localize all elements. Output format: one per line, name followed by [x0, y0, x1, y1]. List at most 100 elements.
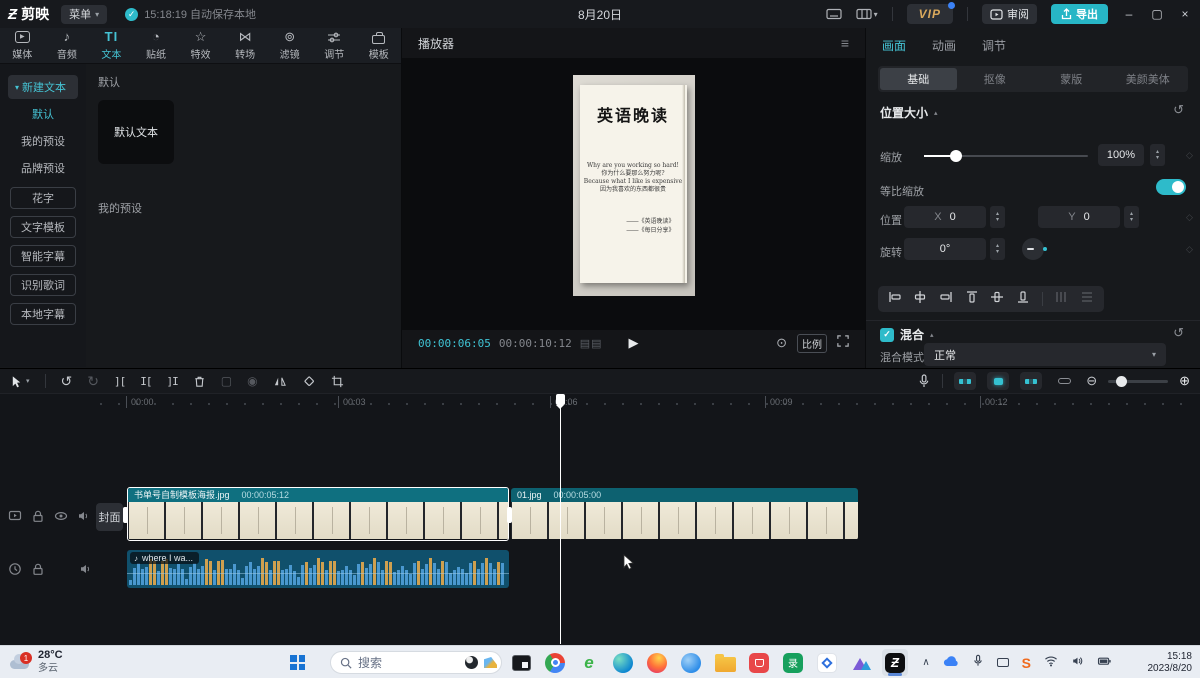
timeline-zoom-slider[interactable] — [1108, 380, 1168, 383]
tab-animation[interactable]: 动画 — [932, 37, 956, 54]
scale-value-field[interactable]: 100% — [1098, 144, 1144, 166]
align-top-button[interactable] — [965, 290, 979, 309]
blend-mode-dropdown[interactable]: 正常 ▾ — [924, 343, 1166, 366]
player-menu-icon[interactable]: ≡ — [841, 35, 849, 51]
close-button[interactable]: × — [1178, 7, 1192, 21]
freeze-frame-button[interactable]: ▢ — [221, 374, 232, 388]
menu-button[interactable]: 菜单 ▾ — [61, 5, 107, 24]
subtab-basic[interactable]: 基础 — [880, 68, 957, 90]
sogou-input-icon[interactable]: S — [1022, 655, 1031, 671]
stepper-down-icon[interactable]: ▾ — [996, 249, 999, 255]
align-bottom-button[interactable] — [1016, 290, 1030, 309]
linkage-toggle[interactable] — [1053, 372, 1075, 390]
default-text-card[interactable]: 默认文本 — [98, 100, 174, 164]
split-button[interactable]: ][ — [114, 375, 125, 388]
fullscreen-icon[interactable] — [837, 334, 849, 352]
app-capcut[interactable]: Ƶ — [882, 649, 908, 676]
reset-icon[interactable]: ↺ — [1173, 102, 1184, 118]
distribute-h-button[interactable] — [1054, 290, 1068, 309]
frames-icon[interactable]: ▤▤ — [580, 337, 603, 350]
sidebar-item-new-text[interactable]: ▾ 新建文本 — [8, 75, 78, 99]
keyframe-icon[interactable]: ◇ — [1186, 244, 1193, 255]
tab-picture[interactable]: 画面 — [882, 37, 906, 54]
trim-left-button[interactable]: I[ — [140, 375, 151, 388]
tray-mic-icon[interactable] — [972, 654, 984, 672]
stepper-down-icon[interactable]: ▾ — [1130, 217, 1133, 223]
timeline-zoom-in-icon[interactable]: ⊕ — [1179, 373, 1190, 389]
rotate-button[interactable] — [302, 374, 316, 388]
crop-button[interactable] — [331, 375, 344, 388]
scale-slider[interactable] — [924, 155, 1088, 157]
vip-button[interactable]: VIP — [907, 4, 953, 24]
tab-effects[interactable]: ☆ 特效 — [178, 28, 223, 63]
auto-snap-toggle[interactable] — [1020, 372, 1042, 390]
sidebar-item-fancy-text[interactable]: 花字 — [10, 187, 76, 209]
undo-button[interactable]: ↺ — [61, 373, 73, 390]
position-x-stepper[interactable]: ▴ ▾ — [990, 206, 1005, 228]
weather-widget[interactable]: 1 28°C 多云 — [8, 649, 63, 675]
tab-adjust[interactable]: 调节 — [312, 28, 357, 63]
review-button[interactable]: 审阅 — [982, 4, 1037, 24]
clip-trim-handle-left[interactable] — [123, 507, 128, 523]
subtab-mask[interactable]: 蒙版 — [1033, 68, 1110, 90]
tab-filter[interactable]: ⊚ 滤镜 — [267, 28, 312, 63]
tab-audio[interactable]: ♪ 音频 — [45, 28, 90, 63]
scale-slider-knob[interactable] — [950, 150, 962, 162]
tab-sticker[interactable]: ◔ 贴纸 — [134, 28, 179, 63]
redo-button[interactable]: ↻ — [87, 373, 99, 390]
trim-right-button[interactable]: ]I — [166, 375, 177, 388]
shortcut-keyboard-icon[interactable] — [826, 8, 842, 20]
minimize-button[interactable]: – — [1122, 7, 1136, 21]
timeline-zoom-out-icon[interactable]: ⊖ — [1086, 373, 1097, 389]
uniform-scale-toggle[interactable] — [1156, 179, 1186, 195]
speed-icon[interactable] — [8, 562, 22, 581]
audio-clip[interactable]: ♪ where I wa... — [127, 550, 509, 588]
clip-trim-handle-right[interactable] — [507, 507, 512, 523]
cloud-drive-icon[interactable] — [943, 654, 959, 672]
subtab-cutout[interactable]: 抠像 — [957, 68, 1034, 90]
delete-button[interactable] — [193, 375, 206, 388]
app-file-explorer[interactable] — [712, 649, 738, 676]
rotate-value-field[interactable]: 0° — [904, 238, 986, 260]
mute-icon[interactable] — [77, 509, 91, 528]
ratio-button[interactable]: 比例 — [797, 334, 827, 353]
mirror-button[interactable] — [273, 375, 287, 388]
project-title[interactable]: 8月20日 — [578, 6, 622, 23]
app-store-red[interactable] — [746, 649, 772, 676]
sidebar-item-lyrics-recognition[interactable]: 识别歌词 — [10, 274, 76, 296]
scale-stepper[interactable]: ▴ ▾ — [1150, 144, 1165, 166]
blend-checkbox[interactable]: ✓ — [880, 328, 894, 342]
position-x-field[interactable]: X 0 — [904, 206, 986, 228]
tray-expand-icon[interactable]: ∧ — [922, 657, 929, 668]
layout-icon[interactable]: ▾ — [856, 8, 878, 20]
tab-transition[interactable]: ⋈ 转场 — [223, 28, 268, 63]
app-edge[interactable] — [610, 649, 636, 676]
export-button[interactable]: 导出 — [1051, 4, 1108, 24]
app-mountain[interactable] — [848, 649, 874, 676]
video-clip-2[interactable]: 01.jpg 00:00:05:00 — [511, 488, 858, 540]
keyframe-icon[interactable]: ◇ — [1186, 150, 1193, 161]
reset-icon[interactable]: ↺ — [1173, 325, 1184, 341]
record-voiceover-button[interactable] — [917, 374, 931, 388]
visibility-icon[interactable] — [54, 509, 68, 528]
collapse-icon[interactable]: ▴ — [934, 109, 938, 117]
preview-image[interactable]: 英语晚读 Why are you working so hard! 你为什么要那… — [573, 75, 695, 296]
taskbar-search[interactable]: 搜索 — [330, 651, 502, 674]
playhead-handle[interactable] — [556, 394, 565, 405]
distribute-v-button[interactable] — [1080, 290, 1094, 309]
app-chrome[interactable] — [542, 649, 568, 676]
rotate-dial[interactable] — [1022, 238, 1044, 260]
reverse-button[interactable]: ◉ — [247, 374, 257, 388]
align-middle-v-button[interactable] — [990, 290, 1004, 309]
sidebar-item-local-captions[interactable]: 本地字幕 — [10, 303, 76, 325]
video-clip-1[interactable]: 书单号自制模板海报.jpg 00:00:05:12 — [127, 487, 509, 541]
select-tool-button[interactable]: ▾ — [10, 375, 30, 388]
app-blue-browser[interactable] — [678, 649, 704, 676]
volume-icon[interactable] — [1071, 654, 1084, 672]
tab-adjust[interactable]: 调节 — [982, 37, 1006, 54]
sidebar-item-brand-presets[interactable]: 品牌预设 — [8, 156, 78, 180]
stepper-down-icon[interactable]: ▾ — [996, 217, 999, 223]
sidebar-item-default[interactable]: 默认 — [8, 102, 78, 126]
stepper-down-icon[interactable]: ▾ — [1156, 155, 1159, 161]
rotate-stepper[interactable]: ▴ ▾ — [990, 238, 1005, 260]
